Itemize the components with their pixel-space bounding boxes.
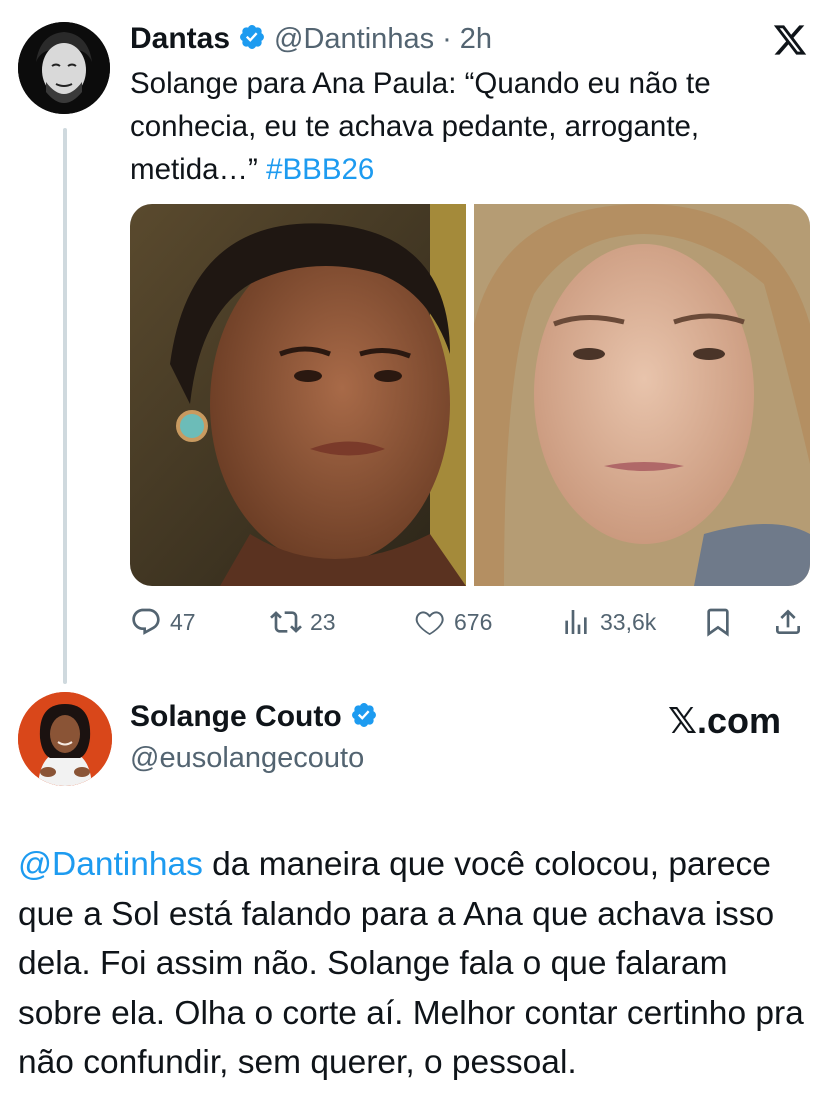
x-com-brand: 𝕏.com bbox=[668, 700, 782, 741]
tweet1-text: Solange para Ana Paula: “Quando eu não t… bbox=[130, 62, 790, 191]
separator-dot: · bbox=[442, 22, 452, 55]
media-image-solange[interactable] bbox=[130, 204, 466, 586]
tweet2-text: @Dantinhas da maneira que você colocou, … bbox=[18, 840, 808, 1088]
reply-icon bbox=[132, 608, 160, 635]
mention-link[interactable]: @Dantinhas bbox=[18, 846, 203, 883]
tweet2-handle[interactable]: @eusolangecouto bbox=[130, 742, 364, 775]
tweet1-action-bar: 47 23 676 33,6k bbox=[130, 600, 810, 644]
tweet1-author-name[interactable]: Dantas bbox=[130, 22, 230, 56]
media-image-ana-paula[interactable] bbox=[474, 204, 810, 586]
like-icon bbox=[415, 611, 444, 636]
tweet1-timestamp[interactable]: 2h bbox=[460, 23, 492, 56]
tweet1-header: Dantas @Dantinhas · 2h bbox=[130, 18, 492, 60]
repost-count: 23 bbox=[310, 608, 336, 635]
repost-icon bbox=[270, 611, 302, 633]
thread-connector-line bbox=[63, 128, 67, 684]
tweet2-header: Solange Couto bbox=[130, 700, 378, 734]
verified-icon bbox=[238, 23, 266, 56]
reply-button[interactable]: 47 bbox=[130, 600, 196, 644]
like-count: 676 bbox=[454, 608, 493, 635]
reply-count: 47 bbox=[170, 608, 196, 635]
bookmark-button[interactable] bbox=[702, 600, 734, 644]
tweet1-media[interactable] bbox=[130, 204, 810, 586]
repost-button[interactable]: 23 bbox=[270, 600, 336, 644]
tweet1-handle[interactable]: @Dantinhas bbox=[274, 23, 434, 56]
x-logo-icon bbox=[772, 22, 808, 58]
views-icon bbox=[565, 610, 587, 634]
bookmark-icon bbox=[707, 608, 729, 637]
verified-icon bbox=[350, 701, 378, 734]
views-button[interactable]: 33,6k bbox=[560, 600, 656, 644]
avatar-dantas[interactable] bbox=[18, 22, 110, 114]
hashtag-link[interactable]: #BBB26 bbox=[266, 153, 374, 186]
share-icon bbox=[776, 609, 800, 634]
views-count: 33,6k bbox=[600, 608, 657, 635]
avatar-solange-couto[interactable] bbox=[18, 692, 112, 786]
share-button[interactable] bbox=[772, 600, 804, 644]
like-button[interactable]: 676 bbox=[414, 600, 492, 644]
tweet2-author-name[interactable]: Solange Couto bbox=[130, 700, 342, 734]
tweet1-text-body: Solange para Ana Paula: “Quando eu não t… bbox=[130, 67, 711, 186]
